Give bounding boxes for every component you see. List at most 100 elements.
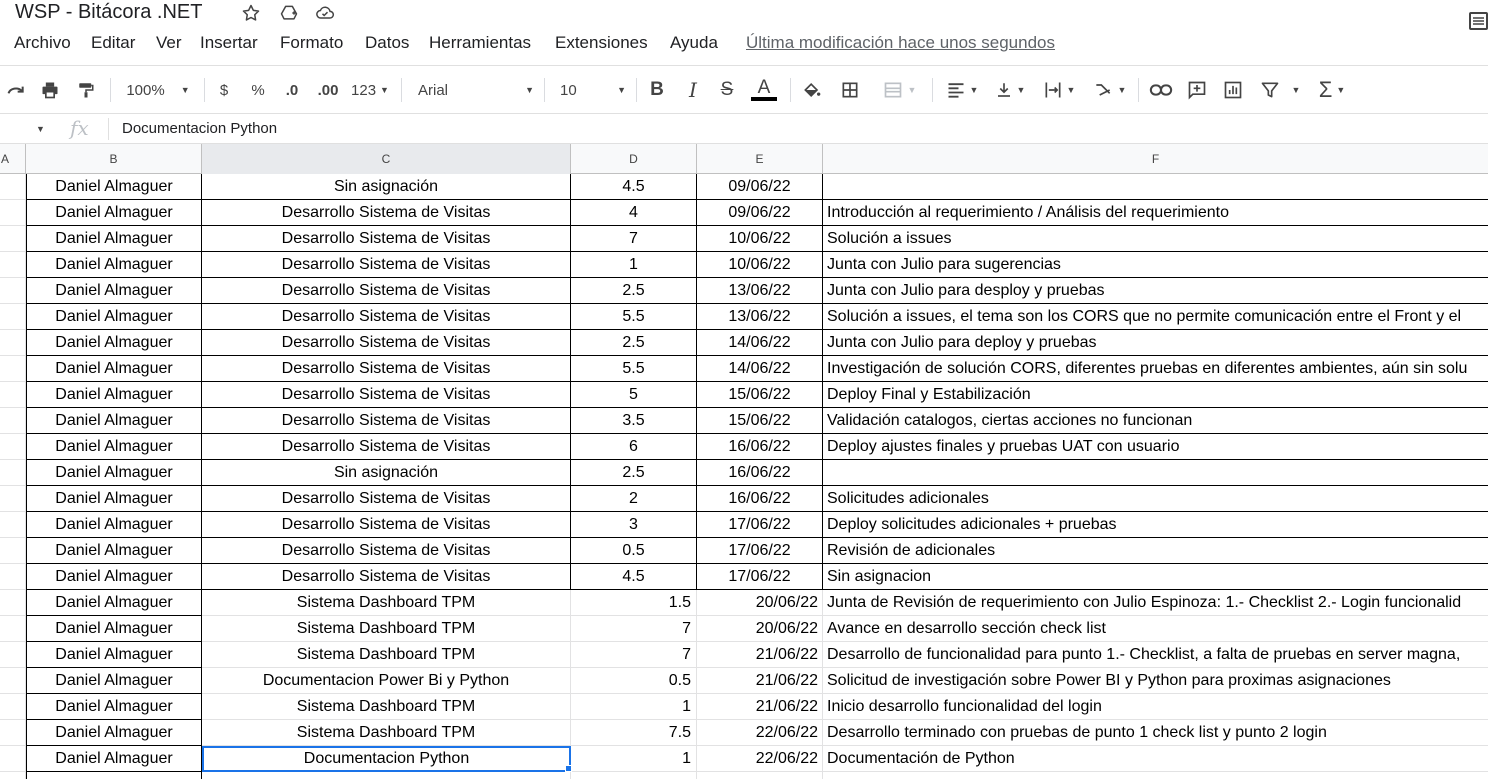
cell-hours[interactable]: 7	[571, 616, 697, 642]
cell-project[interactable]: Desarrollo Sistema de Visitas	[202, 278, 571, 304]
cell-date[interactable]: 16/06/22	[697, 460, 823, 486]
cell-project[interactable]: Sistema Dashboard TPM	[202, 694, 571, 720]
cell-name[interactable]: Daniel Almaguer	[26, 668, 202, 694]
cell-project[interactable]: Desarrollo Sistema de Visitas	[202, 486, 571, 512]
percent-format-button[interactable]: %	[248, 78, 268, 102]
cell-date[interactable]: 20/06/22	[697, 616, 823, 642]
column-header-d[interactable]: D	[571, 144, 697, 174]
cell-a[interactable]	[0, 616, 26, 642]
cell-hours[interactable]: 1.5	[571, 590, 697, 616]
cell-name[interactable]: Daniel Almaguer	[26, 330, 202, 356]
cell-a[interactable]	[0, 304, 26, 330]
cell-hours[interactable]: 2	[571, 486, 697, 512]
cell-description[interactable]: Desarrollo terminado con pruebas de punt…	[823, 720, 1488, 746]
cell-hours[interactable]: 2.5	[571, 330, 697, 356]
cell-date[interactable]: 15/06/22	[697, 382, 823, 408]
cell-a[interactable]	[0, 590, 26, 616]
cell-project[interactable]: Desarrollo Sistema de Visitas	[202, 382, 571, 408]
cell-date[interactable]: 17/06/22	[697, 512, 823, 538]
comments-icon[interactable]	[1468, 10, 1488, 32]
cell-a[interactable]	[0, 460, 26, 486]
cell-a[interactable]	[0, 772, 26, 779]
cell-project[interactable]: Desarrollo Sistema de Visitas	[202, 200, 571, 226]
menu-archivo[interactable]: Archivo	[14, 33, 71, 53]
strikethrough-button[interactable]: S	[716, 78, 738, 102]
move-to-drive-icon[interactable]	[278, 2, 300, 24]
cell-date[interactable]: 20/06/22	[697, 590, 823, 616]
cell-description[interactable]	[823, 772, 1488, 779]
cell-description[interactable]: Desarrollo de funcionalidad para punto 1…	[823, 642, 1488, 668]
cell-hours[interactable]: 2.5	[571, 278, 697, 304]
cell-name[interactable]: Daniel Almaguer	[26, 616, 202, 642]
cell-hours[interactable]: 3.5	[571, 408, 697, 434]
star-icon[interactable]	[240, 2, 262, 24]
cell-name[interactable]: Daniel Almaguer	[26, 408, 202, 434]
cell-date[interactable]: 21/06/22	[697, 668, 823, 694]
cell-date[interactable]: 17/06/22	[697, 538, 823, 564]
cell-date[interactable]: 09/06/22	[697, 200, 823, 226]
cell-project[interactable]: Desarrollo Sistema de Visitas	[202, 252, 571, 278]
column-header-f[interactable]: F	[823, 144, 1488, 174]
cell-name[interactable]: Daniel Almaguer	[26, 460, 202, 486]
cell-date[interactable]: 10/06/22	[697, 252, 823, 278]
cell-hours[interactable]: 7	[571, 642, 697, 668]
cell-description[interactable]	[823, 174, 1488, 200]
name-box-dropdown-icon[interactable]: ▼	[36, 124, 45, 134]
cell-project[interactable]: Sistema Dashboard TPM	[202, 720, 571, 746]
cell-a[interactable]	[0, 408, 26, 434]
cell-name[interactable]: Daniel Almaguer	[26, 174, 202, 200]
cell-description[interactable]: Deploy Final y Estabilización	[823, 382, 1488, 408]
cell-description[interactable]: Sin asignacion	[823, 564, 1488, 590]
cell-a[interactable]	[0, 434, 26, 460]
cell-hours[interactable]: 1	[571, 252, 697, 278]
vertical-align-icon[interactable]: ▼	[990, 78, 1030, 102]
column-header-b[interactable]: B	[26, 144, 202, 174]
cell-name[interactable]: Daniel Almaguer	[26, 512, 202, 538]
cell-project[interactable]: Desarrollo Sistema de Visitas	[202, 304, 571, 330]
cell-project[interactable]: Desarrollo Sistema de Visitas	[202, 538, 571, 564]
cell-description[interactable]	[823, 460, 1488, 486]
font-family-select[interactable]: Arial ▼	[418, 78, 534, 102]
cell-date[interactable]	[697, 772, 823, 779]
cell-description[interactable]: Introducción al requerimiento / Análisis…	[823, 200, 1488, 226]
cell-hours[interactable]: 7.5	[571, 720, 697, 746]
cell-name[interactable]: Daniel Almaguer	[26, 720, 202, 746]
cell-description[interactable]: Investigación de solución CORS, diferent…	[823, 356, 1488, 382]
cell-date[interactable]: 16/06/22	[697, 486, 823, 512]
menu-extensiones[interactable]: Extensiones	[555, 33, 648, 53]
fill-color-icon[interactable]	[800, 78, 824, 102]
cell-a[interactable]	[0, 486, 26, 512]
cell-hours[interactable]: 5	[571, 382, 697, 408]
cell-project[interactable]: Desarrollo Sistema de Visitas	[202, 408, 571, 434]
cell-project[interactable]: Desarrollo Sistema de Visitas	[202, 564, 571, 590]
cell-name[interactable]: Daniel Almaguer	[26, 694, 202, 720]
cell-hours[interactable]: 1	[571, 746, 697, 772]
cell-a[interactable]	[0, 382, 26, 408]
cell-hours[interactable]: 5.5	[571, 356, 697, 382]
cell-description[interactable]: Solicitudes adicionales	[823, 486, 1488, 512]
cell-name[interactable]: Daniel Almaguer	[26, 304, 202, 330]
text-wrapping-icon[interactable]: ▼	[1038, 78, 1080, 102]
cell-date[interactable]: 14/06/22	[697, 356, 823, 382]
column-header-e[interactable]: E	[697, 144, 823, 174]
cell-name[interactable]: Daniel Almaguer	[26, 382, 202, 408]
cell-date[interactable]: 15/06/22	[697, 408, 823, 434]
cell-project[interactable]: Documentacion Python	[202, 746, 571, 772]
text-rotation-icon[interactable]: ▼	[1088, 78, 1130, 102]
cell-name[interactable]: Daniel Almaguer	[26, 746, 202, 772]
cell-description[interactable]: Solicitud de investigación sobre Power B…	[823, 668, 1488, 694]
cell-description[interactable]: Revisión de adicionales	[823, 538, 1488, 564]
cell-description[interactable]: Junta con Julio para desploy y pruebas	[823, 278, 1488, 304]
cell-a[interactable]	[0, 278, 26, 304]
cell-name[interactable]: Daniel Almaguer	[26, 642, 202, 668]
cell-project[interactable]: Sin asignación	[202, 460, 571, 486]
filter-icon[interactable]: ▼	[1256, 78, 1304, 102]
cell-date[interactable]: 21/06/22	[697, 642, 823, 668]
cell-project[interactable]: Documentacion Power Bi y Python	[202, 668, 571, 694]
cell-a[interactable]	[0, 746, 26, 772]
italic-button[interactable]: I	[682, 78, 704, 102]
cell-date[interactable]: 09/06/22	[697, 174, 823, 200]
cell-description[interactable]: Junta con Julio para sugerencias	[823, 252, 1488, 278]
cell-description[interactable]: Solución a issues, el tema son los CORS …	[823, 304, 1488, 330]
increase-decimal-button[interactable]: .00	[314, 78, 342, 102]
